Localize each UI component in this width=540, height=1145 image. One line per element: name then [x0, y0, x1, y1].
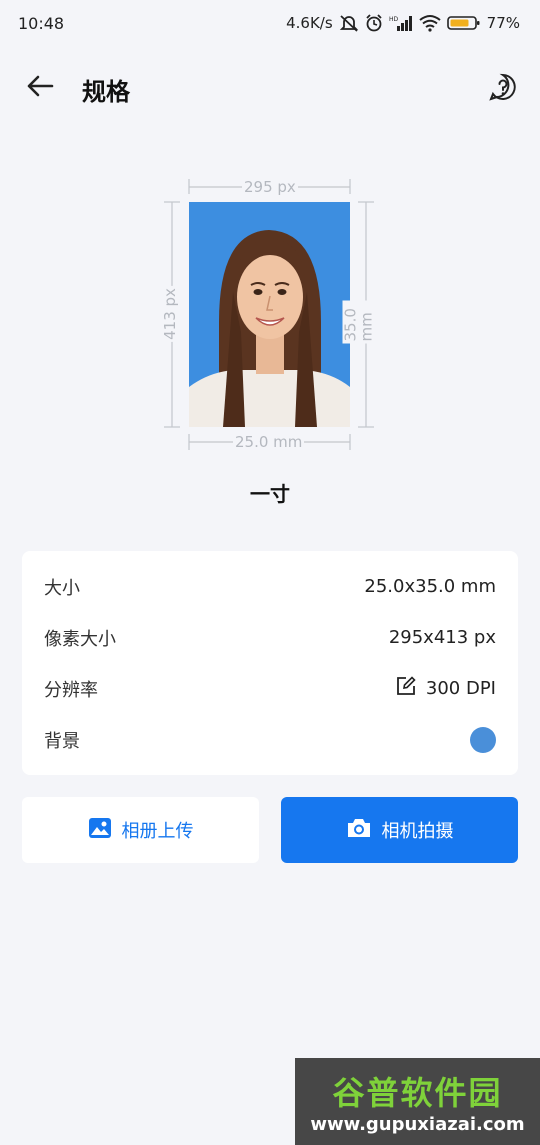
battery-icon — [446, 14, 481, 32]
status-bar: 10:48 4.6K/s HD 77% — [0, 0, 540, 46]
width-mm-label: 25.0 mm — [233, 433, 305, 451]
status-icons: 4.6K/s HD 77% — [286, 14, 520, 32]
camera-capture-button[interactable]: 相机拍摄 — [281, 797, 518, 863]
info-label: 分辨率 — [44, 679, 98, 701]
info-value: 295x413 px — [388, 627, 496, 648]
photo-preview: 295 px 25.0 mm 413 px 35.0 mm — [160, 170, 380, 460]
image-icon — [88, 817, 112, 844]
help-circle-icon — [488, 73, 518, 106]
info-label: 像素大小 — [44, 628, 116, 650]
album-upload-label: 相册上传 — [121, 821, 194, 842]
height-mm-label: 35.0 mm — [342, 300, 376, 344]
wifi-icon — [419, 14, 441, 32]
app-header: 规格 — [0, 62, 540, 114]
info-row-resolution[interactable]: 分辨率 300 DPI — [44, 663, 496, 714]
info-row-pixel-size: 像素大小 295x413 px — [44, 612, 496, 663]
net-speed: 4.6K/s — [286, 14, 333, 32]
resolution-value[interactable]: 300 DPI — [396, 676, 496, 701]
camera-capture-label: 相机拍摄 — [381, 821, 454, 842]
hd-signal-icon: HD — [389, 14, 413, 32]
back-button[interactable] — [20, 70, 60, 106]
site-watermark: 谷普软件园 www.gupuxiazai.com — [295, 1058, 540, 1145]
spec-info-card: 大小 25.0x35.0 mm 像素大小 295x413 px 分辨率 300 … — [22, 551, 518, 775]
info-row-size: 大小 25.0x35.0 mm — [44, 561, 496, 612]
watermark-url: www.gupuxiazai.com — [310, 1114, 525, 1135]
watermark-title: 谷普软件园 — [332, 1074, 503, 1112]
page-title: 规格 — [82, 78, 130, 106]
arrow-left-icon — [26, 74, 54, 102]
portrait-image — [189, 202, 350, 427]
width-px-label: 295 px — [242, 178, 298, 196]
album-upload-button[interactable]: 相册上传 — [22, 797, 259, 863]
battery-level: 77% — [486, 14, 520, 32]
portrait-photo — [189, 202, 350, 427]
camera-icon — [346, 817, 372, 844]
mute-bell-icon — [339, 14, 359, 32]
info-label: 大小 — [44, 577, 80, 599]
help-button[interactable] — [488, 72, 520, 104]
info-value: 25.0x35.0 mm — [364, 576, 496, 597]
info-value: 300 DPI — [425, 678, 496, 699]
info-label: 背景 — [44, 730, 80, 752]
edit-icon[interactable] — [396, 676, 416, 701]
alarm-icon — [365, 14, 383, 32]
svg-text:HD: HD — [389, 16, 399, 23]
height-px-label: 413 px — [160, 286, 179, 342]
info-row-background: 背景 — [44, 714, 496, 765]
spec-name: 一寸 — [250, 482, 290, 506]
background-color-swatch[interactable] — [470, 726, 496, 753]
status-time: 10:48 — [18, 13, 65, 33]
